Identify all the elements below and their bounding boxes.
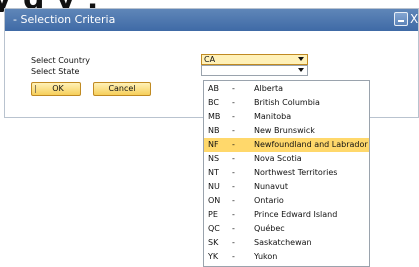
state-option-nt[interactable]: NT - Northwest Territories (204, 166, 369, 180)
country-select[interactable]: CA (201, 54, 308, 65)
state-option-name: British Columbia (254, 98, 320, 107)
state-option-code: NT (208, 168, 219, 177)
state-option-separator: - (232, 196, 235, 205)
state-option-name: Newfoundland and Labrador (254, 140, 368, 149)
state-option-separator: - (232, 140, 235, 149)
state-option-name: Ontario (254, 196, 284, 205)
state-option-separator: - (232, 210, 235, 219)
state-option-qc[interactable]: QC - Québec (204, 222, 369, 236)
state-option-nb[interactable]: NB - New Brunswick (204, 124, 369, 138)
state-option-separator: - (232, 252, 235, 261)
state-option-code: NS (208, 154, 220, 163)
state-option-code: SK (208, 238, 219, 247)
state-option-ns[interactable]: NS - Nova Scotia (204, 152, 369, 166)
dialog-titlebar: - Selection Criteria X (5, 9, 418, 31)
state-option-name: Nunavut (254, 182, 288, 191)
state-option-name: New Brunswick (254, 126, 315, 135)
state-option-separator: - (232, 182, 235, 191)
state-option-code: NF (208, 140, 219, 149)
country-select-value: CA (204, 55, 216, 64)
state-option-yk[interactable]: YK - Yukon (204, 250, 369, 264)
state-option-code: ON (208, 196, 221, 205)
minimize-icon[interactable] (394, 12, 408, 26)
state-option-name: Québec (254, 224, 285, 233)
select-state-label: Select State (31, 67, 80, 76)
state-dropdown-list[interactable]: AB - Alberta BC - British Columbia MB - Manitoba… (203, 80, 370, 267)
state-option-code: MB (208, 112, 221, 121)
state-option-nf[interactable]: NF - Newfoundland and Labrador (204, 138, 369, 152)
state-select[interactable] (201, 65, 308, 76)
state-option-code: AB (208, 84, 219, 93)
state-option-code: YK (208, 252, 219, 261)
state-option-on[interactable]: ON - Ontario (204, 194, 369, 208)
state-option-sk[interactable]: SK - Saskatchewan (204, 236, 369, 250)
state-option-name: Alberta (254, 84, 284, 93)
state-option-code: PE (208, 210, 218, 219)
ok-button[interactable]: OK (31, 82, 81, 96)
state-option-name: Northwest Territories (254, 168, 338, 177)
state-option-separator: - (232, 112, 235, 121)
state-option-separator: - (232, 98, 235, 107)
state-option-code: NB (208, 126, 220, 135)
state-option-code: BC (208, 98, 219, 107)
select-country-label: Select Country (31, 56, 91, 65)
state-option-name: Prince Edward Island (254, 210, 338, 219)
state-option-ab[interactable]: AB - Alberta (204, 82, 369, 96)
state-option-mb[interactable]: MB - Manitoba (204, 110, 369, 124)
chevron-down-icon (298, 68, 304, 72)
state-option-name: Yukon (254, 252, 278, 261)
state-option-separator: - (232, 238, 235, 247)
state-option-separator: - (232, 126, 235, 135)
close-icon[interactable]: X (410, 12, 419, 26)
state-option-bc[interactable]: BC - British Columbia (204, 96, 369, 110)
state-option-pe[interactable]: PE - Prince Edward Island (204, 208, 369, 222)
state-option-code: NU (208, 182, 220, 191)
ok-button-label: OK (52, 84, 64, 93)
chevron-down-icon (298, 57, 304, 61)
state-option-name: Saskatchewan (254, 238, 312, 247)
state-option-separator: - (232, 224, 235, 233)
state-option-separator: - (232, 84, 235, 93)
state-option-code: QC (208, 224, 220, 233)
state-option-name: Manitoba (254, 112, 292, 121)
state-option-nu[interactable]: NU - Nunavut (204, 180, 369, 194)
state-option-separator: - (232, 168, 235, 177)
state-option-name: Nova Scotia (254, 154, 302, 163)
cancel-button[interactable]: Cancel (93, 82, 151, 96)
dialog-title: - Selection Criteria (13, 13, 116, 26)
state-option-separator: - (232, 154, 235, 163)
